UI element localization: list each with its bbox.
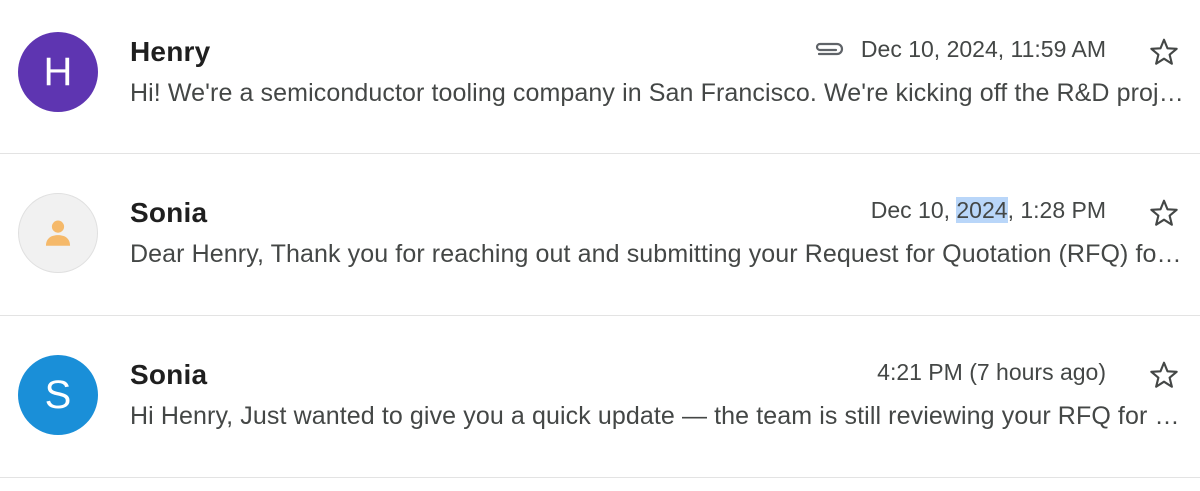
date-prefix: Dec 10, <box>870 197 957 223</box>
sender-name: Henry <box>130 36 211 67</box>
message-row-sonia-2[interactable]: S Sonia 4:21 PM (7 hours ago) Hi Henry, … <box>0 323 1200 477</box>
sender-name: Sonia <box>130 197 208 228</box>
selected-text-highlight: 2024 <box>956 197 1008 223</box>
paperclip-icon[interactable] <box>811 40 847 60</box>
message-row-sonia-1[interactable]: Sonia Dec 10, 2024, 1:28 PM Dear Henry, … <box>0 161 1200 315</box>
star-icon[interactable] <box>1146 34 1182 70</box>
message-date: Dec 10, 2024, 1:28 PM <box>871 197 1106 224</box>
message-snippet: Hi! We're a semiconductor tooling compan… <box>130 79 1186 107</box>
message-meta: Dec 10, 2024, 11:59 AM <box>811 36 1106 63</box>
message-snippet: Dear Henry, Thank you for reaching out a… <box>130 240 1186 268</box>
date-suffix: , 1:28 PM <box>1007 197 1106 223</box>
message-meta: Dec 10, 2024, 1:28 PM <box>871 197 1106 224</box>
avatar-letter: H <box>43 49 73 94</box>
message-meta: 4:21 PM (7 hours ago) <box>877 359 1106 386</box>
star-icon[interactable] <box>1146 195 1182 231</box>
avatar-sonia-placeholder[interactable] <box>18 193 98 273</box>
message-date: Dec 10, 2024, 11:59 AM <box>860 36 1106 62</box>
avatar-henry[interactable]: H <box>18 32 98 112</box>
person-icon <box>45 220 71 246</box>
message-row-henry[interactable]: H Henry Dec 10, 2024, 11:59 AM Hi! We're… <box>0 0 1200 154</box>
sender-name: Sonia <box>130 359 208 390</box>
avatar-letter: S <box>44 372 72 417</box>
row-divider <box>0 153 1200 154</box>
row-divider <box>0 315 1200 316</box>
email-thread-list: H Henry Dec 10, 2024, 11:59 AM Hi! We're… <box>0 0 1200 491</box>
row-divider <box>0 477 1200 478</box>
message-date: 4:21 PM (7 hours ago) <box>877 359 1106 385</box>
avatar-sonia[interactable]: S <box>18 355 98 435</box>
star-icon[interactable] <box>1146 357 1182 393</box>
message-snippet: Hi Henry, Just wanted to give you a quic… <box>130 402 1186 430</box>
